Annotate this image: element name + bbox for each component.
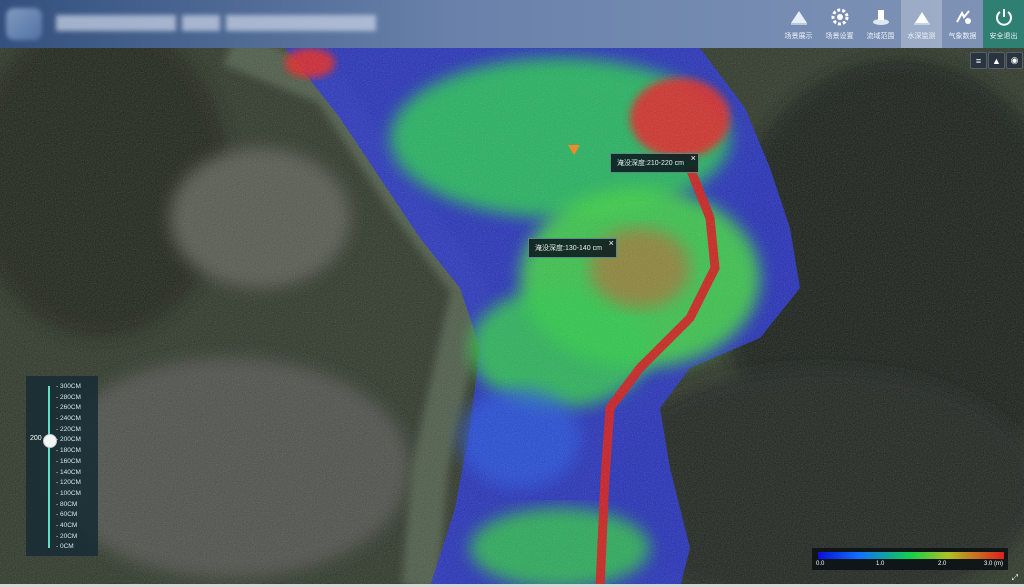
legend-label: 2.0 (938, 561, 947, 567)
slider-tick-label: - 40CM (56, 521, 78, 529)
top-header: 场景展示 场景设置 流域范围 水深监测 气象数据 安全退出 (0, 0, 1024, 48)
layers-icon: ≡ (975, 55, 982, 66)
slider-handle[interactable] (43, 434, 57, 448)
slider-tick-label: - 0CM (56, 543, 74, 551)
weather-icon (955, 10, 971, 24)
slider-tick-label: - 240CM (56, 415, 81, 423)
slider-tick-label: - 280CM (56, 393, 81, 401)
depth-popup: 淹没深度:210-220 cm × (610, 153, 699, 173)
slider-tick-label: - 80CM (56, 500, 78, 508)
app-logo (6, 8, 42, 40)
slider-tick-label: - 60CM (56, 511, 78, 519)
popup-text: 淹没深度:210-220 cm (617, 160, 684, 167)
slider-tick-label: - 220CM (56, 425, 81, 433)
nav-basin-range[interactable]: 流域范围 (860, 0, 901, 48)
location-marker[interactable] (568, 145, 580, 155)
depth-slider-panel: 200 - 300CM - 280CM - 260CM - 240CM - 220CM -… (26, 376, 98, 556)
nav-label: 场景设置 (825, 33, 854, 40)
exit-icon (995, 9, 1012, 26)
flood-map[interactable] (0, 48, 1024, 587)
popup-text: 淹没深度:130-140 cm (535, 245, 602, 252)
nav-water-depth[interactable]: 水深监测 (901, 0, 942, 48)
close-icon[interactable]: × (609, 238, 614, 248)
slider-tick-label: - 260CM (56, 404, 81, 412)
slider-ticks: - 300CM - 280CM - 260CM - 240CM - 220CM - 200… (56, 382, 81, 553)
nav-scene-display[interactable]: 场景展示 (778, 0, 819, 48)
layers-button[interactable]: ≡ (970, 52, 987, 69)
fullscreen-icon[interactable]: ⤢ (1012, 573, 1018, 583)
close-icon[interactable]: × (691, 153, 696, 163)
depth-color-legend: 0.0 1.0 2.0 3.0 (m) (812, 548, 1008, 570)
legend-label: 3.0 (m) (984, 561, 1004, 567)
slider-tick-label: - 120CM (56, 479, 81, 487)
locate-button[interactable]: ◉ (1006, 52, 1023, 69)
main-nav: 场景展示 场景设置 流域范围 水深监测 气象数据 安全退出 (778, 0, 1024, 48)
depth-popup: 淹没深度:130-140 cm × (528, 238, 617, 258)
nav-label: 场景展示 (784, 33, 813, 40)
nav-label: 水深监测 (907, 33, 936, 40)
nav-scene-settings[interactable]: 场景设置 (819, 0, 860, 48)
slider-tick-label: - 140CM (56, 468, 81, 476)
nav-label: 安全退出 (989, 33, 1018, 40)
slider-tick-label: - 200CM (56, 436, 81, 444)
mountain-icon (790, 11, 807, 25)
nav-label: 流域范围 (866, 33, 895, 40)
slider-track[interactable] (48, 386, 50, 548)
legend-label: 1.0 (876, 561, 885, 567)
slider-tick-label: - 180CM (56, 447, 81, 455)
basin-icon (872, 10, 889, 25)
nav-safe-exit[interactable]: 安全退出 (983, 0, 1024, 48)
gear-icon (831, 8, 848, 26)
app-title-blurred (56, 14, 386, 34)
triangle-icon: ▲ (992, 55, 1001, 66)
water-depth-icon (913, 12, 930, 25)
terrain-button[interactable]: ▲ (988, 52, 1005, 69)
slider-tick-label: - 300CM (56, 383, 81, 390)
slider-tick-label: - 160CM (56, 457, 81, 465)
nav-label: 气象数据 (948, 33, 977, 40)
legend-gradient (818, 552, 1004, 559)
legend-label: 0.0 (816, 561, 825, 567)
slider-value: 200 (30, 435, 42, 442)
slider-tick-label: - 20CM (56, 532, 78, 540)
nav-weather-data[interactable]: 气象数据 (942, 0, 983, 48)
slider-tick-label: - 100CM (56, 489, 81, 497)
target-icon: ◉ (1010, 55, 1019, 65)
